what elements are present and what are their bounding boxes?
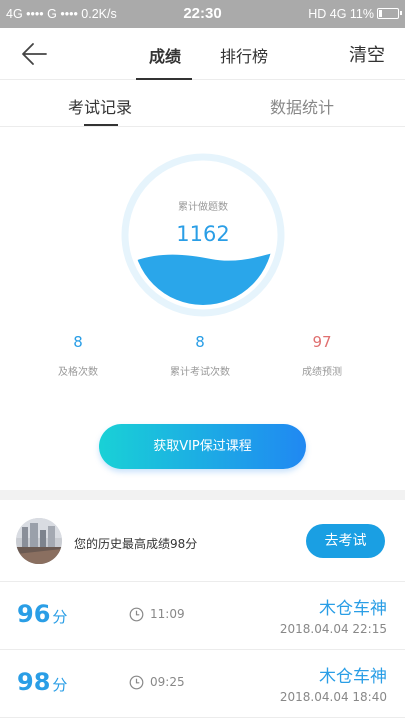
stat-label: 成绩预测 xyxy=(302,367,342,378)
battery-icon xyxy=(377,8,402,19)
record-name: 木仓车神 xyxy=(319,667,387,687)
status-bar: 4G •••• G •••• 0.2K/s 22:30 HD 4G 11% xyxy=(0,0,405,28)
record-datetime: 2018.04.04 22:15 xyxy=(279,622,387,636)
stat-value: 97 xyxy=(312,333,332,351)
avatar-image xyxy=(16,518,62,564)
section-divider xyxy=(0,490,405,500)
clock-icon xyxy=(129,675,144,690)
sub-tabs: 考试记录 数据统计 xyxy=(0,80,405,127)
score-unit: 分 xyxy=(52,608,68,626)
active-subtab-indicator xyxy=(84,124,118,126)
stat-label: 累计考试次数 xyxy=(170,367,230,378)
back-button[interactable] xyxy=(20,40,50,68)
score-unit: 分 xyxy=(52,676,68,694)
gauge-value: 1162 xyxy=(176,222,230,246)
signal-text: HD 4G 11% xyxy=(308,7,374,21)
record-score: 98 分 xyxy=(17,668,67,696)
list-item[interactable]: 96 分 11:09 木仓车神 2018.04.04 22:15 xyxy=(0,582,405,650)
score-value: 96 xyxy=(17,600,51,628)
clear-button[interactable]: 清空 xyxy=(349,41,385,67)
arrow-left-icon xyxy=(22,43,47,65)
tab-ranking[interactable]: 排行榜 xyxy=(220,43,268,67)
stat-score-prediction: 97 成绩预测 xyxy=(257,333,387,378)
record-duration: 11:09 xyxy=(150,607,185,621)
score-value: 98 xyxy=(17,668,51,696)
best-score-text: 您的历史最高成绩98分 xyxy=(74,537,198,551)
record-name: 木仓车神 xyxy=(319,599,387,619)
stat-exam-count: 8 累计考试次数 xyxy=(135,333,265,378)
list-item[interactable]: 98 分 09:25 木仓车神 2018.04.04 18:40 xyxy=(0,650,405,718)
take-exam-button[interactable]: 去考试 xyxy=(306,524,385,558)
tab-data-statistics[interactable]: 数据统计 xyxy=(270,94,334,118)
stat-pass-count: 8 及格次数 xyxy=(13,333,143,378)
tab-exam-records[interactable]: 考试记录 xyxy=(68,94,132,118)
gauge-label: 累计做题数 xyxy=(178,202,228,213)
top-nav: 成绩 排行榜 清空 xyxy=(0,28,405,80)
tab-scores[interactable]: 成绩 xyxy=(149,43,181,67)
stat-value: 8 xyxy=(73,333,83,351)
record-score: 96 分 xyxy=(17,600,67,628)
clock-icon xyxy=(129,607,144,622)
best-score-row: 您的历史最高成绩98分 去考试 xyxy=(0,500,405,582)
stat-label: 及格次数 xyxy=(58,367,98,378)
stat-value: 8 xyxy=(195,333,205,351)
avatar[interactable] xyxy=(16,518,62,564)
record-duration: 09:25 xyxy=(150,675,185,689)
status-right: HD 4G 11% xyxy=(308,7,402,21)
record-datetime: 2018.04.04 18:40 xyxy=(279,690,387,704)
vip-course-button[interactable]: 获取VIP保过课程 xyxy=(99,424,306,469)
